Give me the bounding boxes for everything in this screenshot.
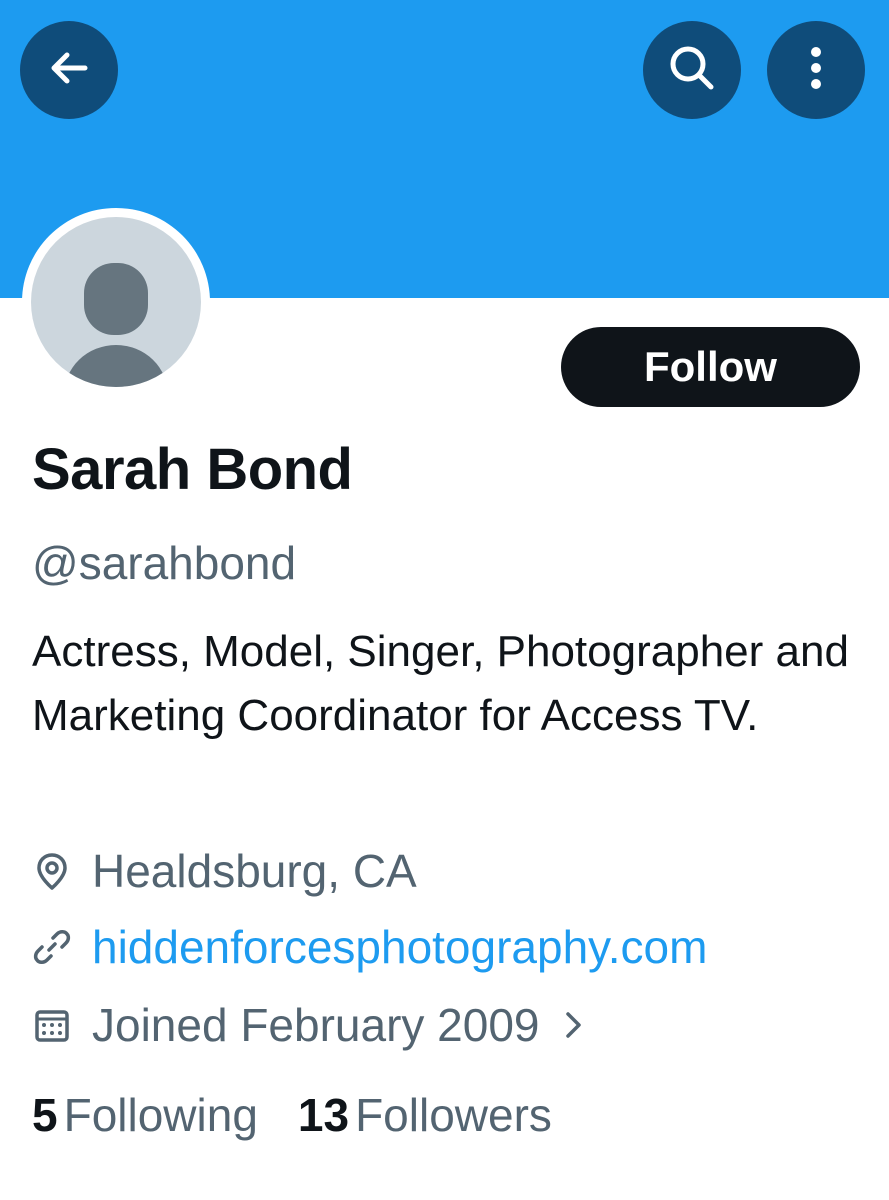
location-row: Healdsburg, CA: [32, 844, 417, 898]
follow-button[interactable]: Follow: [561, 327, 860, 407]
followers-label: Followers: [355, 1089, 552, 1141]
website-link[interactable]: hiddenforcesphotography.com: [92, 920, 707, 974]
follow-stats: 5 Following 13 Followers: [32, 1088, 592, 1142]
profile-bio: Actress, Model, Singer, Photographer and…: [32, 627, 849, 740]
following-stat[interactable]: 5 Following: [32, 1088, 258, 1142]
followers-stat[interactable]: 13 Followers: [298, 1088, 552, 1142]
joined-text: Joined February 2009: [92, 999, 540, 1051]
avatar[interactable]: [22, 208, 210, 396]
more-vertical-icon: [806, 41, 826, 100]
back-button[interactable]: [20, 21, 118, 119]
profile-page: Follow Sarah Bond @sarahbond Actress, Mo…: [0, 0, 889, 1200]
more-options-button[interactable]: [767, 21, 865, 119]
calendar-icon: [32, 1005, 72, 1045]
default-avatar-icon: [31, 217, 201, 387]
website-row: hiddenforcesphotography.com: [32, 920, 707, 974]
location-pin-icon: [32, 851, 72, 891]
chevron-right-icon[interactable]: [562, 1005, 586, 1045]
search-icon: [665, 41, 719, 100]
link-icon: [32, 927, 72, 967]
profile-name: Sarah Bond: [32, 437, 353, 502]
search-button[interactable]: [643, 21, 741, 119]
profile-handle: @sarahbond: [32, 537, 297, 589]
location-text: Healdsburg, CA: [92, 845, 417, 897]
arrow-left-icon: [43, 42, 95, 99]
following-count: 5: [32, 1089, 58, 1141]
following-label: Following: [63, 1089, 258, 1141]
followers-count: 13: [297, 1089, 350, 1141]
joined-row: Joined February 2009: [32, 998, 586, 1052]
